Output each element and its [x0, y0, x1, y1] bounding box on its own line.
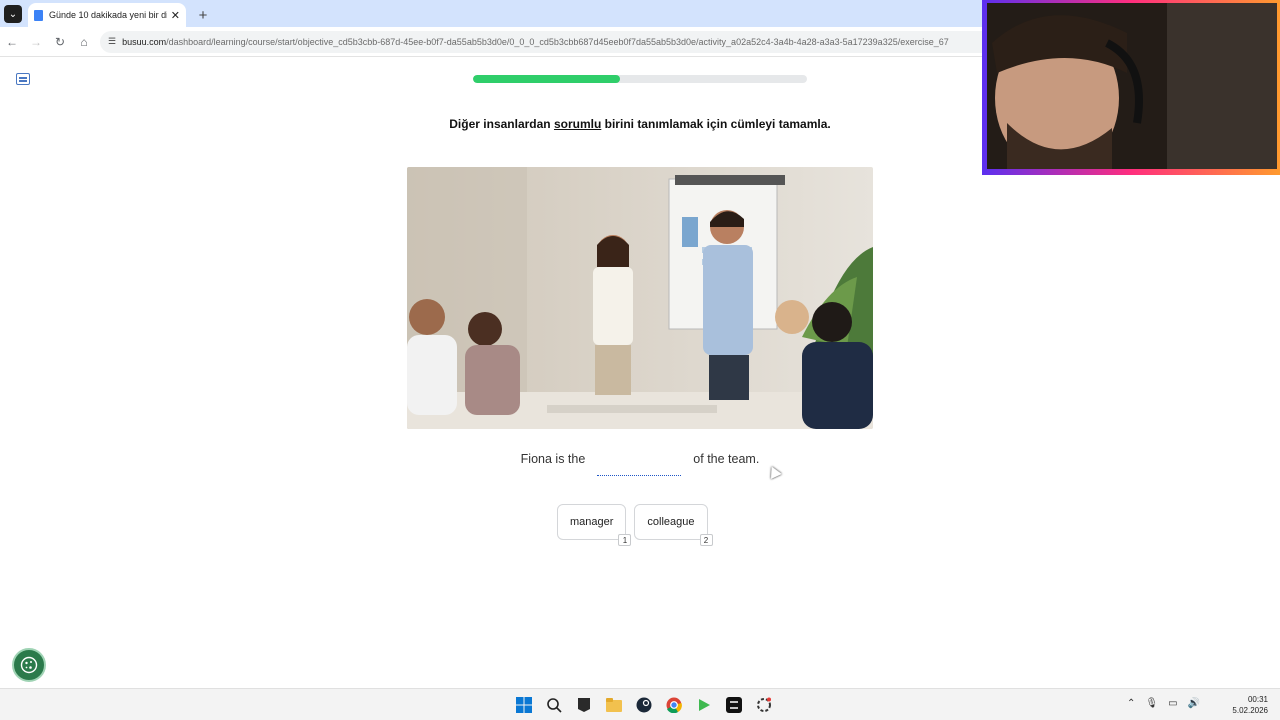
reload-icon[interactable]: ↻ — [48, 35, 72, 49]
exercise-image — [407, 167, 873, 429]
menu-icon[interactable]: ⌄ — [4, 5, 22, 23]
url-host: busuu.com — [122, 36, 167, 47]
cookie-icon — [20, 656, 38, 674]
browser-tab[interactable]: Günde 10 dakikada yeni bir dil ✕ — [28, 3, 186, 27]
microphone-icon[interactable]: 🎙 — [1145, 698, 1158, 709]
instruction-text-after: birini tanımlamak için cümleyi tamamla. — [601, 117, 831, 131]
instruction-text-before: Diğer insanlardan — [449, 117, 554, 131]
answer-blank[interactable] — [597, 452, 682, 476]
capcut-icon[interactable] — [722, 693, 746, 717]
sentence-text-after: of the team. — [693, 452, 760, 466]
home-icon[interactable]: ⌂ — [72, 35, 96, 49]
clock-time: 00:31 — [1247, 695, 1268, 704]
close-tab-icon[interactable]: ✕ — [171, 9, 180, 22]
search-icon[interactable] — [542, 693, 566, 717]
option-colleague-button[interactable]: colleague 2 — [634, 504, 713, 546]
lesson-progress-bar — [473, 75, 807, 83]
epic-games-icon[interactable] — [572, 693, 596, 717]
network-icon[interactable]: ▭ — [1168, 698, 1177, 709]
webcam-feed — [987, 3, 1277, 169]
settings-icon[interactable] — [752, 693, 776, 717]
option-label: manager — [570, 516, 614, 528]
taskbar-clock[interactable]: 00:31 5.02.2026 — [1232, 694, 1268, 716]
answer-options: manager 1 colleague 2 — [557, 504, 713, 546]
media-player-icon[interactable] — [692, 693, 716, 717]
volume-icon[interactable]: 🔊 — [1188, 698, 1200, 709]
fill-in-sentence: Fiona is the of the team. — [400, 452, 880, 482]
folder-icon[interactable] — [602, 693, 626, 717]
option-manager-button[interactable]: manager 1 — [557, 504, 632, 546]
chevron-up-icon[interactable]: ⌃ — [1127, 698, 1135, 709]
new-tab-button[interactable]: + — [194, 6, 212, 24]
shortcut-key-badge: 2 — [699, 534, 713, 546]
url-path: /dashboard/learning/course/start/objecti… — [166, 36, 949, 47]
windows-start-icon[interactable] — [512, 693, 536, 717]
webcam-overlay — [982, 0, 1280, 175]
system-tray: ⌃ 🎙 ▭ 🔊 — [1127, 698, 1200, 709]
option-label: colleague — [647, 516, 695, 528]
steam-icon[interactable] — [632, 693, 656, 717]
tab-title: Günde 10 dakikada yeni bir dil — [49, 10, 167, 20]
exercise-instruction: Diğer insanlardan sorumlu birini tanımla… — [340, 117, 940, 131]
chrome-icon[interactable] — [662, 693, 686, 717]
forward-icon[interactable]: → — [24, 35, 48, 49]
windows-taskbar: ⌃ 🎙 ▭ 🔊 00:31 5.02.2026 — [0, 688, 1280, 720]
sentence-text-before: Fiona is the — [520, 452, 586, 466]
back-icon[interactable]: ← — [0, 35, 24, 49]
site-settings-icon[interactable]: ☰ — [108, 36, 116, 47]
tab-favicon — [34, 9, 43, 21]
taskbar-apps — [512, 693, 776, 717]
shortcut-key-badge: 1 — [618, 534, 632, 546]
instruction-keyword: sorumlu — [553, 117, 602, 131]
lesson-progress-fill — [473, 75, 620, 83]
sidebar-notes-icon[interactable] — [16, 73, 30, 85]
cookie-settings-button[interactable] — [12, 648, 46, 682]
clock-date: 5.02.2026 — [1232, 706, 1268, 715]
